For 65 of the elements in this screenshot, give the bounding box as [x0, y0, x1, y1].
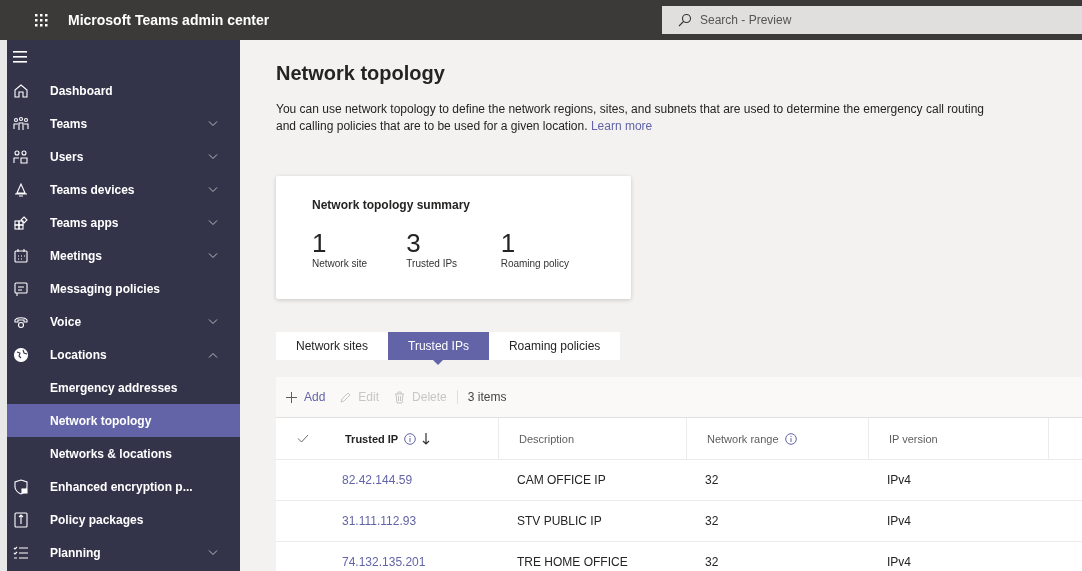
sidebar-item[interactable]: Locations [7, 338, 240, 371]
table-cell-text: IPv4 [886, 473, 912, 487]
globe-icon [13, 346, 29, 363]
bell-icon [13, 181, 29, 198]
sidebar-item[interactable]: Voice [7, 305, 240, 338]
chat-icon [13, 280, 29, 297]
app-launcher-icon[interactable] [34, 13, 48, 27]
person-icon [13, 148, 29, 165]
people-icon [13, 115, 29, 132]
sidebar-item[interactable]: Meetings [7, 239, 240, 272]
sidebar-item[interactable]: Users [7, 140, 240, 173]
column-header[interactable]: IP version [869, 418, 1049, 459]
search-field[interactable]: Search - Preview [662, 6, 1082, 34]
stat-value: 3 [406, 230, 422, 256]
ip-link[interactable]: 31.111.112.93 [329, 514, 499, 528]
page-description: You can use network topology to define the network regions, sites, and subnets that are used to determine the emergency call routing and calling policies that are to be used for a given location. Learn more [276, 101, 985, 135]
learn-more-link[interactable]: Learn more [590, 119, 653, 133]
select-all-checkmark-icon[interactable] [296, 434, 309, 443]
shield-icon [13, 478, 29, 495]
sidebar-item[interactable]: Dashboard [7, 74, 240, 107]
toolbar-button[interactable]: Add [285, 390, 326, 404]
table-cell-text: IPv4 [886, 555, 912, 569]
table-cell-text: 32 [704, 555, 720, 569]
sidebar-item[interactable]: Planning [7, 536, 240, 569]
tab-pointer-icon [433, 360, 444, 365]
table-cell-text: CAM OFFICE IP [516, 473, 607, 487]
page-title: Network topology [276, 62, 446, 85]
table-cell-text: TRE HOME OFFICE [516, 555, 629, 569]
sidebar-item[interactable]: Enhanced encryption p... [7, 470, 240, 503]
table-cell-text: IPv4 [886, 514, 912, 528]
column-header[interactable]: Network range [687, 418, 869, 459]
sidebar-item[interactable]: Policy packages [7, 503, 240, 536]
package-icon [13, 511, 29, 528]
pencil-icon [339, 390, 353, 404]
item-count: 3 items [467, 390, 507, 404]
stat-label: Roaming policy [500, 258, 571, 269]
sidebar-item[interactable]: Networks & locations [7, 437, 240, 470]
ip-link[interactable]: 74.132.135.201 [329, 555, 499, 569]
menu-icon[interactable] [13, 51, 27, 63]
stat-value: 1 [312, 230, 328, 256]
trash-icon [393, 390, 407, 404]
column-header[interactable]: Description [499, 418, 687, 459]
list-icon [13, 544, 29, 561]
sidebar-item[interactable]: Teams [7, 107, 240, 140]
table-cell-text: STV PUBLIC IP [516, 514, 603, 528]
sidebar-item[interactable]: Teams devices [7, 173, 240, 206]
stat-value: 1 [500, 230, 517, 256]
app-title: Microsoft Teams admin center [68, 12, 271, 28]
sidebar-item[interactable]: Messaging policies [7, 272, 240, 305]
sidebar-item[interactable]: Emergency addresses [7, 371, 240, 404]
stat-label: Trusted IPs [406, 258, 459, 269]
table-cell-text: 32 [704, 473, 720, 487]
calendar-icon [13, 247, 29, 264]
sort-down-icon [422, 432, 431, 445]
sidebar-item[interactable]: Network topology [7, 404, 240, 437]
ip-link[interactable]: 82.42.144.59 [329, 473, 499, 487]
apps-icon [13, 214, 29, 231]
home-icon [13, 82, 29, 99]
sidebar-item[interactable]: Teams apps [7, 206, 240, 239]
tab[interactable]: Trusted IPs [388, 332, 489, 360]
plus-icon [285, 390, 298, 404]
stat-label: Network site [312, 258, 368, 269]
column-header[interactable]: Trusted IP [329, 418, 499, 459]
card-title: Network topology summary [312, 198, 472, 212]
table-cell-text: 32 [704, 514, 720, 528]
